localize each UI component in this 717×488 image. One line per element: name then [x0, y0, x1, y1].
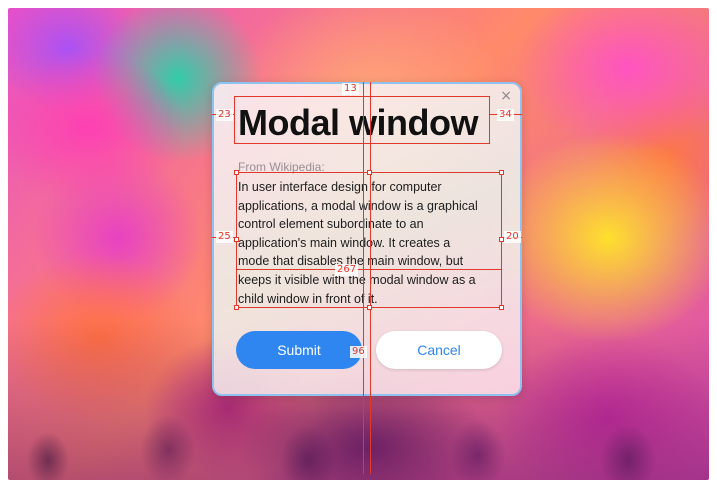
spec-handle: [234, 170, 239, 175]
spec-text-width: 267: [335, 264, 359, 276]
spec-handle: [234, 305, 239, 310]
spec-text-right: 20: [504, 231, 521, 243]
spec-handle: [499, 305, 504, 310]
cancel-button[interactable]: Cancel: [376, 331, 502, 369]
background-photo: × Modal window From Wikipedia: In user i…: [8, 8, 709, 480]
spec-button-gap: 96: [350, 346, 367, 358]
spec-text-left: 25: [216, 231, 233, 243]
spec-measure-line: [236, 269, 502, 270]
close-icon[interactable]: ×: [500, 88, 512, 104]
spec-title-right: 34: [497, 109, 514, 121]
spec-title-box: [234, 96, 490, 144]
spec-handle: [499, 170, 504, 175]
spec-top-spacing: 13: [342, 83, 359, 95]
spec-handle: [367, 170, 372, 175]
spec-text-box: [236, 172, 502, 308]
spec-handle: [367, 305, 372, 310]
submit-button[interactable]: Submit: [236, 331, 362, 369]
spec-title-left: 23: [216, 109, 233, 121]
